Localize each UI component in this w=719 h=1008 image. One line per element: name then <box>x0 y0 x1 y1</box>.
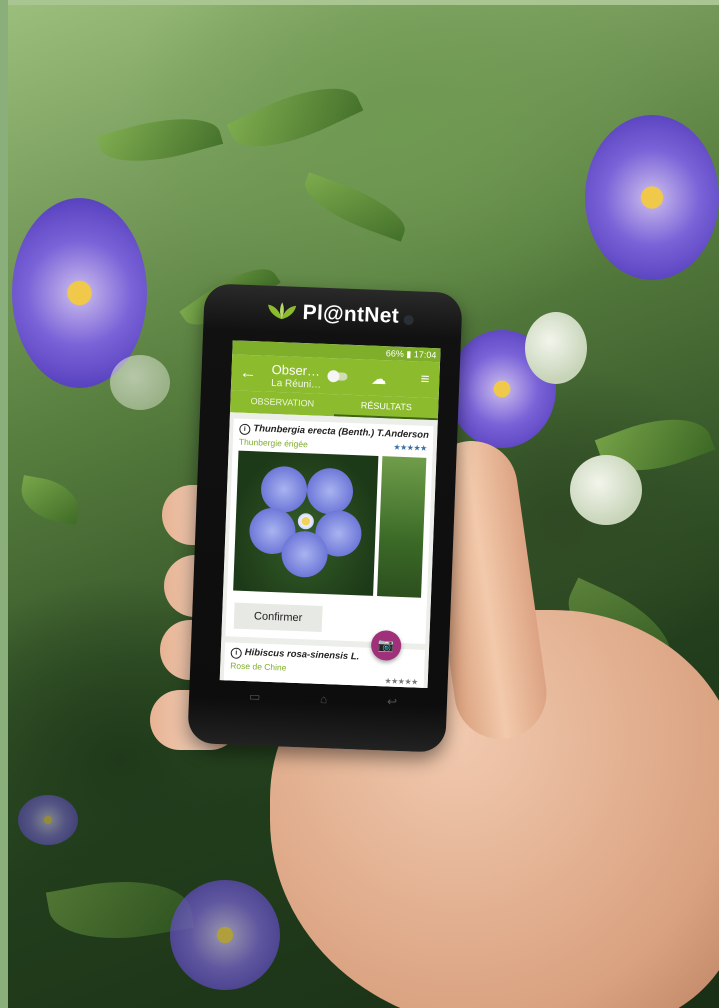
nav-keys: ▭ ⌂ ↩ <box>219 688 427 710</box>
page-subtitle: La Réuni… <box>270 377 322 391</box>
star-rating: ★★★★★ <box>384 676 418 687</box>
flower-petal <box>306 467 354 516</box>
flower-petal <box>260 465 308 514</box>
leaf-logo-icon <box>267 302 296 320</box>
purple-flower <box>18 795 78 845</box>
status-text: 66% ▮ 17:04 <box>385 348 437 361</box>
flower-center <box>297 512 315 530</box>
home-icon[interactable]: ⌂ <box>320 692 328 706</box>
back-key-icon[interactable]: ↩ <box>387 695 398 709</box>
top-border <box>0 0 719 5</box>
purple-flower <box>585 115 719 280</box>
result-card[interactable]: i Thunbergia erecta (Benth.) T.Anderson T… <box>225 418 434 644</box>
results-list: i Thunbergia erecta (Benth.) T.Anderson T… <box>219 412 438 689</box>
leaf <box>226 69 364 166</box>
brand-name: Pl@ntNet <box>302 300 400 328</box>
toggle-switch[interactable] <box>329 372 348 381</box>
leaf <box>16 475 84 525</box>
smartphone: Pl@ntNet 66% ▮ 17:04 ← Obser… La Réuni… … <box>187 283 463 753</box>
brand-logo: Pl@ntNet <box>203 297 462 331</box>
app-screen: 66% ▮ 17:04 ← Obser… La Réuni… ☁ ≡ OBSER… <box>219 340 441 689</box>
recent-apps-icon[interactable]: ▭ <box>249 689 261 703</box>
confirm-button[interactable]: Confirmer <box>233 602 323 632</box>
flower-bud <box>525 312 587 384</box>
left-border <box>0 0 8 1008</box>
page-title: Obser… <box>271 361 321 379</box>
cloud-upload-icon[interactable]: ☁ <box>371 370 387 389</box>
flower-bud <box>110 355 170 410</box>
common-name: Rose de Chine <box>230 660 287 673</box>
species-photo[interactable] <box>233 450 379 596</box>
garden-photo-background: Pl@ntNet 66% ▮ 17:04 ← Obser… La Réuni… … <box>0 0 719 1008</box>
leaf <box>297 172 413 242</box>
common-name: Thunbergie érigée <box>238 436 309 450</box>
filter-icon[interactable]: ≡ <box>420 371 429 388</box>
arrow-left-icon[interactable]: ← <box>239 363 257 384</box>
flower-petal <box>280 530 329 579</box>
info-icon[interactable]: i <box>239 423 251 436</box>
scientific-name-text: Hibiscus rosa-sinensis L. <box>244 647 360 663</box>
info-icon[interactable]: i <box>230 647 242 659</box>
species-photo-secondary[interactable] <box>377 456 427 598</box>
leaf <box>96 105 224 175</box>
star-rating: ★★★★★ <box>393 442 427 453</box>
